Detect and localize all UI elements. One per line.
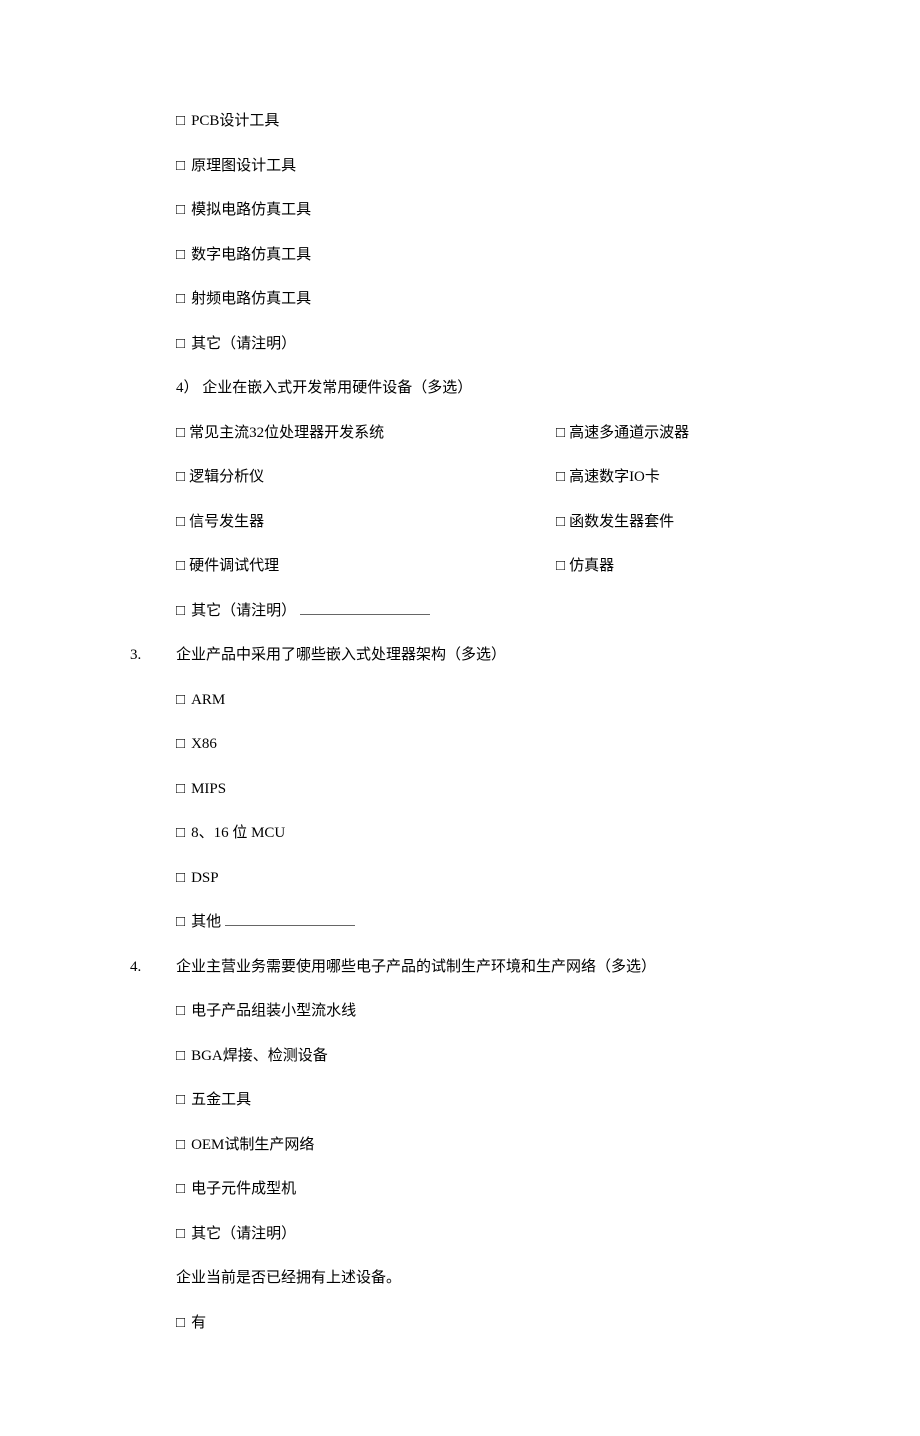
option-label: DSP xyxy=(191,867,219,890)
option-item: □ 电子元件成型机 xyxy=(176,1178,790,1201)
option-label: 电子产品组装小型流水线 xyxy=(191,1000,356,1023)
option-label: 逻辑分析仪 xyxy=(189,466,264,489)
question-3: 3. 企业产品中采用了哪些嵌入式处理器架构（多选） xyxy=(130,644,790,667)
option-item: □ PCB设计工具 xyxy=(176,110,790,133)
option-item: □ 8、16 位 MCU xyxy=(176,822,790,845)
checkbox-icon[interactable]: □ xyxy=(176,333,185,356)
option-row: □ 硬件调试代理 □ 仿真器 xyxy=(176,555,790,578)
checkbox-icon[interactable]: □ xyxy=(176,822,185,845)
checkbox-icon[interactable]: □ xyxy=(176,733,185,756)
checkbox-icon[interactable]: □ xyxy=(556,422,565,445)
option-label: 常见主流32位处理器开发系统 xyxy=(189,422,384,445)
option-item: □ 射频电路仿真工具 xyxy=(176,288,790,311)
option-item: □ DSP xyxy=(176,867,790,890)
checkbox-icon[interactable]: □ xyxy=(176,600,185,623)
option-item: □ OEM试制生产网络 xyxy=(176,1134,790,1157)
fill-in-blank[interactable] xyxy=(225,913,355,927)
option-item: □ 模拟电路仿真工具 xyxy=(176,199,790,222)
checkbox-icon[interactable]: □ xyxy=(176,1178,185,1201)
checkbox-icon[interactable]: □ xyxy=(176,511,185,534)
option-label: 其它（请注明） xyxy=(191,1223,296,1246)
option-item: □ 电子产品组装小型流水线 xyxy=(176,1000,790,1023)
option-label: 信号发生器 xyxy=(189,511,264,534)
question-text: 企业主营业务需要使用哪些电子产品的试制生产环境和生产网络（多选） xyxy=(176,956,790,979)
option-label: 其它（请注明） xyxy=(191,600,296,623)
option-item: □ BGA焊接、检测设备 xyxy=(176,1045,790,1068)
option-item-other: □ 其他 xyxy=(176,911,790,934)
checkbox-icon[interactable]: □ xyxy=(176,867,185,890)
option-label: 电子元件成型机 xyxy=(191,1178,296,1201)
checkbox-icon[interactable]: □ xyxy=(556,466,565,489)
checkbox-icon[interactable]: □ xyxy=(176,1089,185,1112)
checkbox-icon[interactable]: □ xyxy=(556,555,565,578)
checkbox-icon[interactable]: □ xyxy=(176,155,185,178)
option-label: 原理图设计工具 xyxy=(191,155,296,178)
follow-up-text: 企业当前是否已经拥有上述设备。 xyxy=(176,1267,790,1290)
option-item: □ 五金工具 xyxy=(176,1089,790,1112)
option-label: X86 xyxy=(191,733,217,756)
option-label: 函数发生器套件 xyxy=(569,511,674,534)
checkbox-icon[interactable]: □ xyxy=(176,199,185,222)
option-label: 模拟电路仿真工具 xyxy=(191,199,311,222)
option-item-other: □ 其它（请注明） xyxy=(176,600,790,623)
option-label: 仿真器 xyxy=(569,555,614,578)
option-item: □ MIPS xyxy=(176,778,790,801)
sub-question-4: 4） 企业在嵌入式开发常用硬件设备（多选） xyxy=(176,377,790,400)
option-label: 8、16 位 MCU xyxy=(191,822,285,845)
checkbox-icon[interactable]: □ xyxy=(176,1045,185,1068)
checkbox-icon[interactable]: □ xyxy=(176,1223,185,1246)
question-text: 企业产品中采用了哪些嵌入式处理器架构（多选） xyxy=(176,644,790,667)
checkbox-icon[interactable]: □ xyxy=(556,511,565,534)
option-label: 高速多通道示波器 xyxy=(569,422,689,445)
option-item: □ 其它（请注明） xyxy=(176,1223,790,1246)
option-label: MIPS xyxy=(191,778,226,801)
fill-in-blank[interactable] xyxy=(300,601,430,615)
option-row: □ 信号发生器 □ 函数发生器套件 xyxy=(176,511,790,534)
option-label: PCB设计工具 xyxy=(191,110,279,133)
option-label: OEM试制生产网络 xyxy=(191,1134,314,1157)
question-4: 4. 企业主营业务需要使用哪些电子产品的试制生产环境和生产网络（多选） xyxy=(130,956,790,979)
option-item: □ 有 xyxy=(176,1312,790,1335)
option-label: 其他 xyxy=(191,911,221,934)
question-number: 4. xyxy=(130,956,176,979)
checkbox-icon[interactable]: □ xyxy=(176,1000,185,1023)
option-item: □ 其它（请注明） xyxy=(176,333,790,356)
option-label: 高速数字IO卡 xyxy=(569,466,660,489)
option-label: 硬件调试代理 xyxy=(189,555,279,578)
option-label: 射频电路仿真工具 xyxy=(191,288,311,311)
option-label: ARM xyxy=(191,689,225,712)
option-row: □ 常见主流32位处理器开发系统 □ 高速多通道示波器 xyxy=(176,422,790,445)
checkbox-icon[interactable]: □ xyxy=(176,244,185,267)
checkbox-icon[interactable]: □ xyxy=(176,110,185,133)
checkbox-icon[interactable]: □ xyxy=(176,1312,185,1335)
option-item: □ 原理图设计工具 xyxy=(176,155,790,178)
option-label: 其它（请注明） xyxy=(191,333,296,356)
checkbox-icon[interactable]: □ xyxy=(176,466,185,489)
option-label: BGA焊接、检测设备 xyxy=(191,1045,328,1068)
checkbox-icon[interactable]: □ xyxy=(176,689,185,712)
checkbox-icon[interactable]: □ xyxy=(176,778,185,801)
checkbox-icon[interactable]: □ xyxy=(176,288,185,311)
option-item: □ ARM xyxy=(176,689,790,712)
option-label: 五金工具 xyxy=(191,1089,251,1112)
checkbox-icon[interactable]: □ xyxy=(176,911,185,934)
question-number: 3. xyxy=(130,644,176,667)
option-label: 数字电路仿真工具 xyxy=(191,244,311,267)
option-item: □ X86 xyxy=(176,733,790,756)
checkbox-icon[interactable]: □ xyxy=(176,1134,185,1157)
option-label: 有 xyxy=(191,1312,206,1335)
checkbox-icon[interactable]: □ xyxy=(176,555,185,578)
option-row: □ 逻辑分析仪 □ 高速数字IO卡 xyxy=(176,466,790,489)
checkbox-icon[interactable]: □ xyxy=(176,422,185,445)
option-item: □ 数字电路仿真工具 xyxy=(176,244,790,267)
